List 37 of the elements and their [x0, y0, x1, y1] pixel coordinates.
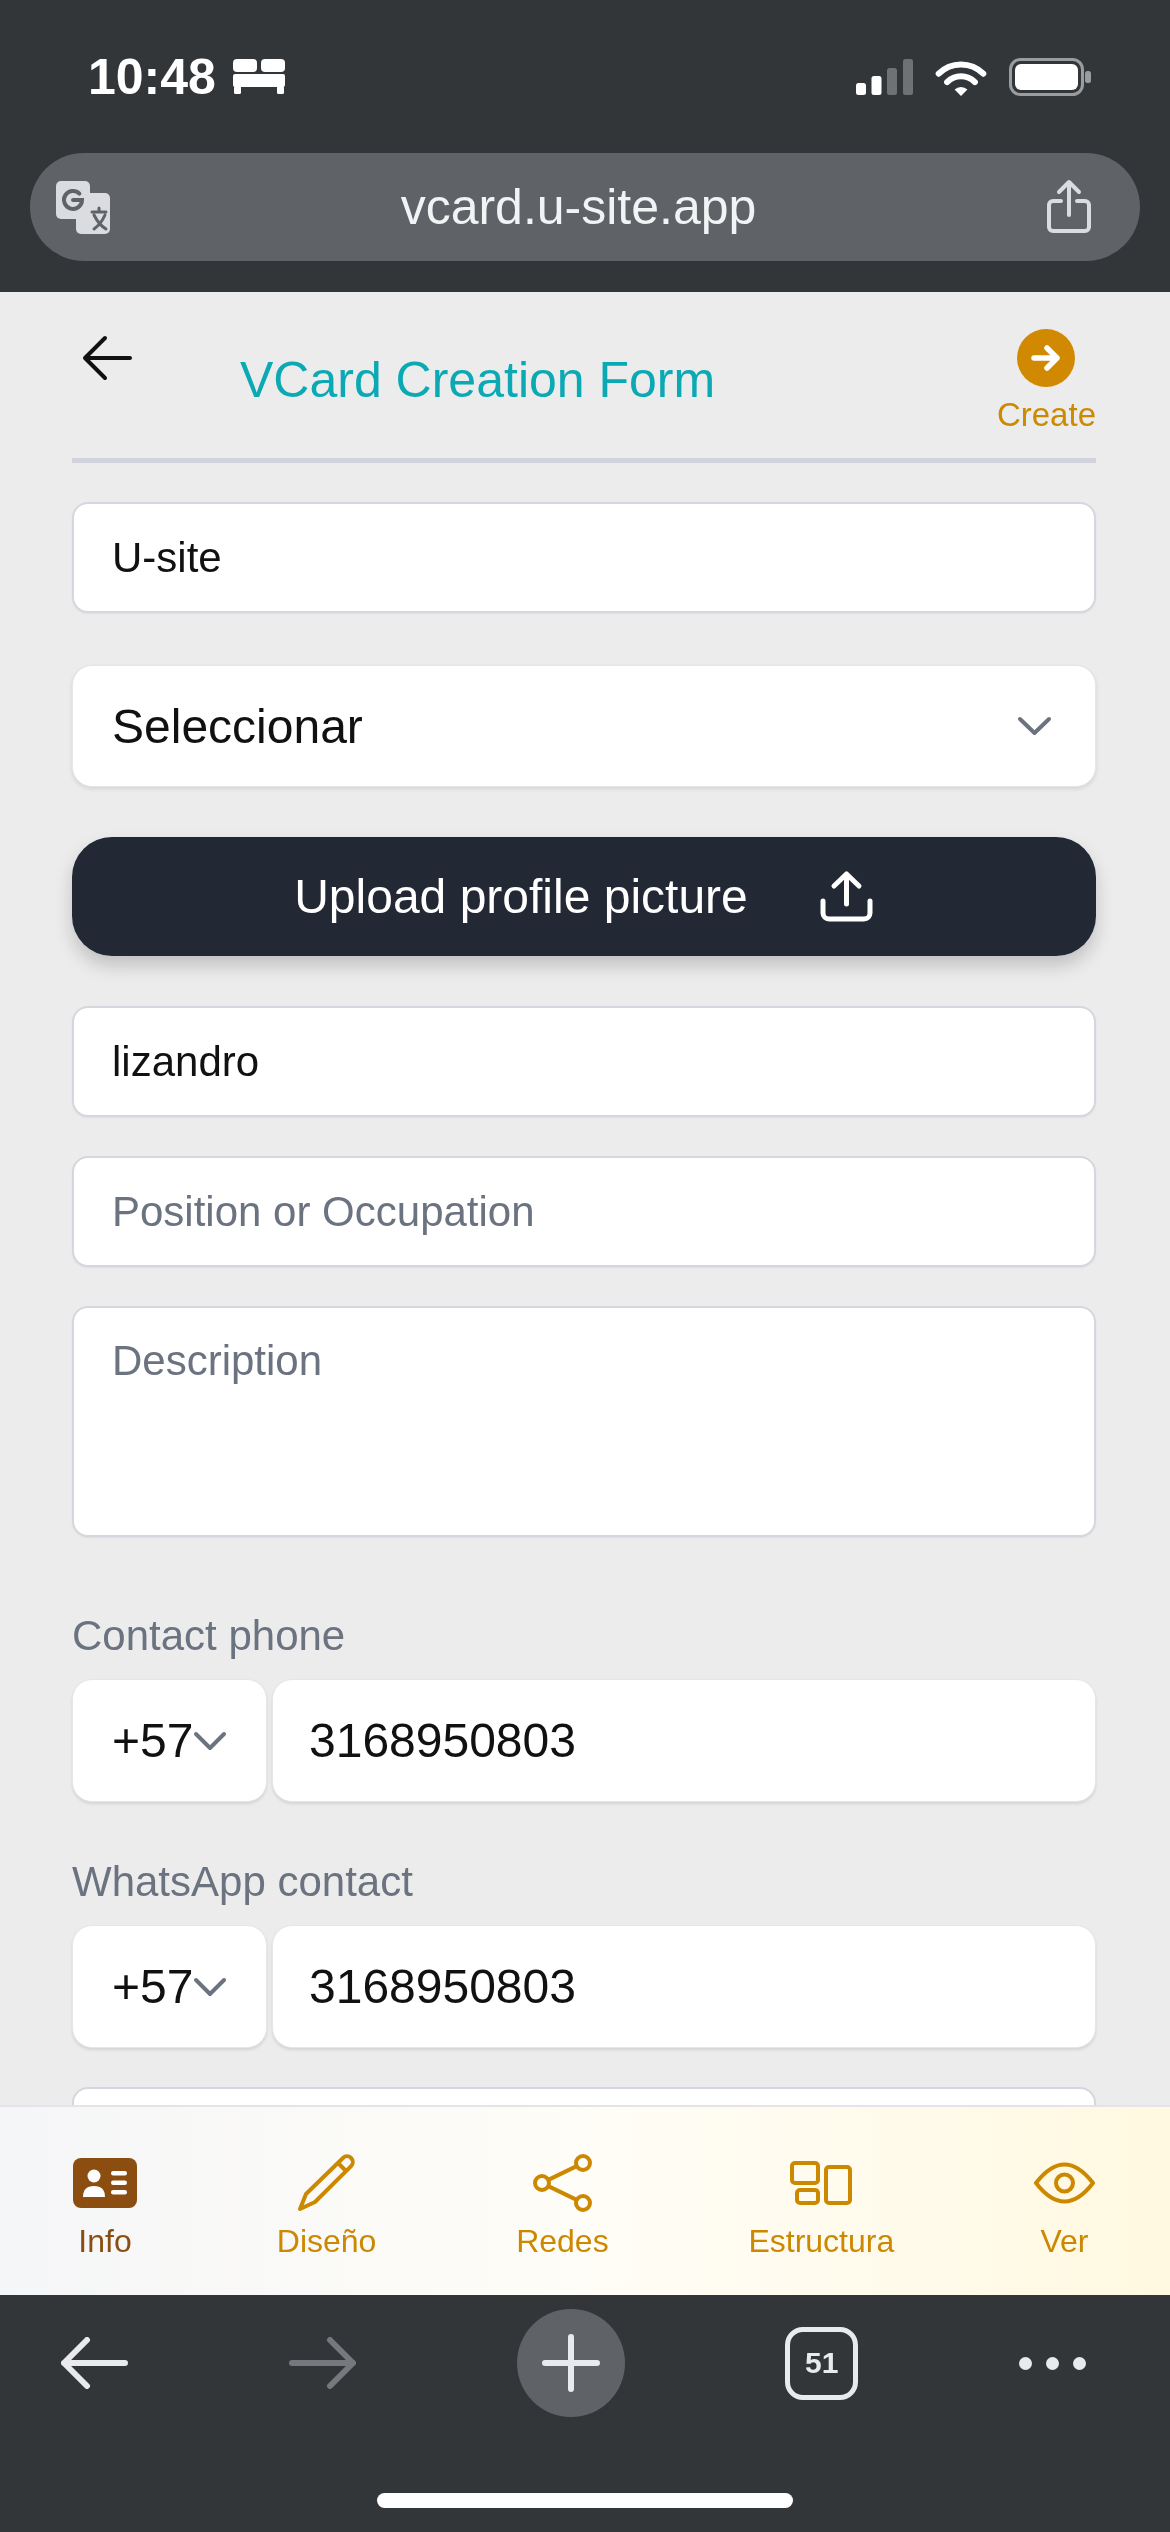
translate-icon[interactable] — [54, 178, 112, 236]
form-title: VCard Creation Form — [240, 351, 716, 410]
text-input[interactable] — [72, 2087, 1096, 2105]
id-card-icon — [73, 2158, 137, 2208]
more-icon[interactable] — [1019, 2356, 1086, 2370]
arrow-circle-icon — [1017, 329, 1076, 387]
phone-input[interactable]: 3168950803 — [272, 1679, 1096, 1802]
address-bar[interactable]: vcard.u-site.app — [30, 153, 1140, 261]
text-input[interactable]: Position or Occupation — [72, 1156, 1096, 1267]
pencil-icon — [295, 2153, 358, 2213]
chevron-down-icon — [193, 1730, 228, 1751]
phone-input[interactable]: 3168950803 — [272, 1925, 1096, 2048]
tab-switcher-button[interactable]: 51 — [785, 2326, 859, 2400]
layout-icon — [790, 2161, 853, 2205]
eye-icon — [1034, 2160, 1095, 2206]
share-nodes-icon — [532, 2154, 592, 2212]
text-input[interactable]: lizandro — [72, 1006, 1096, 1117]
country-code-select[interactable]: +57 — [72, 1679, 267, 1802]
field-label: Contact phone — [72, 1612, 347, 1660]
text-area[interactable]: Description — [72, 1306, 1096, 1537]
chevron-down-icon — [193, 1976, 228, 1997]
dropdown-select[interactable]: Seleccionar — [72, 665, 1096, 787]
status-time: 10:48 — [88, 47, 216, 107]
upload-button[interactable]: Upload profile picture — [72, 837, 1096, 956]
field-label: WhatsApp contact — [72, 1858, 414, 1906]
signal-icon — [856, 58, 913, 95]
share-icon[interactable] — [1045, 179, 1093, 235]
back-icon[interactable] — [82, 335, 133, 381]
upload-icon — [818, 870, 874, 923]
chevron-down-icon — [1017, 716, 1052, 736]
bed-icon — [232, 59, 285, 94]
url-text: vcard.u-site.app — [400, 178, 757, 237]
country-code-select[interactable]: +57 — [72, 1925, 267, 2048]
nav-tab[interactable]: Info — [73, 2151, 137, 2261]
battery-icon — [1009, 57, 1091, 96]
text-input[interactable]: U-site — [72, 502, 1096, 613]
plus-circle-icon[interactable] — [516, 2309, 625, 2417]
